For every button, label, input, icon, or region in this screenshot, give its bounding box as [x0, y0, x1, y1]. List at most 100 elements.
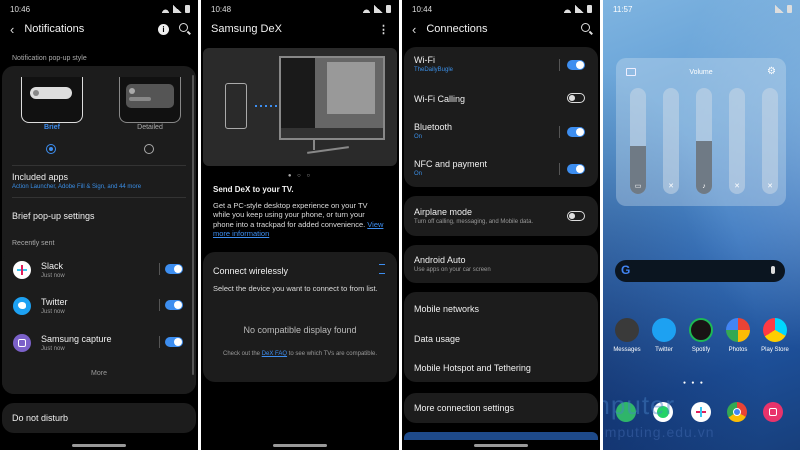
chrome-icon[interactable]: [727, 402, 747, 422]
battery-icon: [587, 5, 592, 13]
phone-illustration: [225, 83, 247, 129]
connect-title: Connect wirelessly: [213, 266, 289, 276]
included-apps-row[interactable]: Included apps Action Launcher, Adobe Fil…: [12, 172, 192, 190]
more-connection-settings: More connection settings: [414, 403, 515, 413]
slack-dock-icon[interactable]: [691, 402, 711, 422]
google-icon: G: [621, 263, 631, 277]
airplane-card[interactable]: Airplane mode Turn off calling, messagin…: [404, 196, 598, 236]
search-icon[interactable]: [179, 23, 188, 32]
divider: [159, 299, 160, 311]
ring-volume-slider[interactable]: ✕: [663, 88, 679, 194]
samsung-capture-row[interactable]: Samsung capture Just now: [41, 334, 112, 352]
more-link[interactable]: More: [2, 370, 196, 377]
status-bar: 10:48: [211, 3, 391, 15]
status-bar: 10:44: [412, 3, 592, 15]
hotspot-row[interactable]: Mobile Hotspot and Tethering: [414, 363, 531, 373]
app-label: Twitter: [655, 347, 673, 353]
row-sub: On: [414, 134, 423, 140]
home-indicator: [72, 444, 126, 447]
watermark-sub: computing.edu.vn: [603, 424, 715, 440]
bluetooth-toggle[interactable]: [567, 127, 585, 137]
back-arrow-icon[interactable]: ‹: [10, 22, 14, 37]
volume-icon: ✕: [734, 183, 740, 190]
home-screen: 11:57 Volume ⚙ ▭ ✕ ♪ ✕ ✕ G Messages Twitter Sp…: [603, 0, 800, 450]
info-icon[interactable]: i: [158, 24, 169, 35]
settings-gear-icon[interactable]: ⚙: [767, 66, 776, 77]
nfc-row[interactable]: NFC and payment On: [414, 159, 487, 177]
samsung-capture-icon: [13, 334, 31, 352]
mic-icon[interactable]: [771, 266, 775, 274]
connect-card: Connect wirelessly Select the device you…: [203, 252, 397, 382]
samsung-capture-toggle[interactable]: [165, 337, 183, 347]
status-time: 10:48: [211, 4, 232, 14]
slack-icon: [13, 261, 31, 279]
dex-illustration: [203, 48, 397, 166]
signal-icon: [575, 5, 584, 13]
notification-volume-slider[interactable]: ✕: [729, 88, 745, 194]
bluetooth-row[interactable]: Bluetooth On: [414, 122, 452, 140]
notifications-screen: 10:46 ‹ Notifications i Notification pop…: [0, 0, 198, 450]
battery-icon: [185, 5, 190, 13]
twitter-toggle[interactable]: [165, 300, 183, 310]
wifi-calling-row[interactable]: Wi-Fi Calling: [414, 94, 465, 104]
spotify-icon[interactable]: [689, 318, 713, 342]
do-not-disturb: Do not disturb: [12, 413, 69, 423]
cast-volume-slider[interactable]: ▭: [630, 88, 646, 194]
play-store-icon[interactable]: [763, 318, 787, 342]
nfc-toggle[interactable]: [567, 164, 585, 174]
twitter-icon[interactable]: [652, 318, 676, 342]
search-icon[interactable]: [581, 23, 590, 32]
connections-group-3: Mobile networks Data usage Mobile Hotspo…: [404, 292, 598, 382]
brief-popup-settings[interactable]: Brief pop-up settings: [12, 211, 95, 221]
scrollbar[interactable]: [192, 75, 194, 375]
slack-toggle[interactable]: [165, 264, 183, 274]
app-name: Samsung capture: [41, 334, 112, 344]
signal-icon: [173, 5, 182, 13]
home-indicator: [474, 444, 528, 447]
mobile-networks-row[interactable]: Mobile networks: [414, 304, 479, 314]
app-label: Play Store: [761, 347, 789, 353]
twitter-icon: [13, 297, 31, 315]
slack-row[interactable]: Slack Just now: [41, 261, 65, 279]
media-volume-slider[interactable]: ♪: [696, 88, 712, 194]
app-bar: ‹ Connections: [402, 18, 600, 40]
wifi-status-icon: [161, 5, 170, 13]
connections-screen: 10:44 ‹ Connections Wi-Fi TheDailyBugle …: [402, 0, 600, 450]
dnd-card[interactable]: Do not disturb: [2, 403, 196, 433]
app-label: Spotify: [691, 347, 711, 353]
app-name: Twitter: [41, 297, 68, 307]
more-options-icon[interactable]: ⋮: [378, 23, 389, 36]
page-title: Samsung DeX: [211, 23, 282, 35]
camera-app-icon[interactable]: [763, 402, 783, 422]
android-auto-card[interactable]: Android Auto Use apps on your car screen: [404, 245, 598, 283]
airplane-toggle[interactable]: [567, 211, 585, 221]
page-indicator: ● ● ●: [683, 380, 705, 386]
faq-link[interactable]: DeX FAQ: [262, 351, 287, 357]
back-arrow-icon[interactable]: ‹: [412, 22, 416, 37]
divider: [559, 126, 560, 138]
more-connection-card[interactable]: More connection settings: [404, 393, 598, 423]
twitter-row[interactable]: Twitter Just now: [41, 297, 68, 315]
wifi-row[interactable]: Wi-Fi TheDailyBugle: [414, 55, 453, 73]
volume-label: Volume: [689, 69, 713, 76]
messages-icon[interactable]: [615, 318, 639, 342]
app-label: Messages: [613, 347, 641, 353]
app-bar: Samsung DeX ⋮: [201, 18, 399, 40]
system-volume-slider[interactable]: ✕: [762, 88, 778, 194]
watermark: Computer: [603, 390, 676, 420]
detailed-preview[interactable]: [119, 77, 181, 123]
detailed-radio[interactable]: [144, 144, 154, 154]
connection-dots: [255, 105, 279, 107]
status-bar: 10:46: [10, 3, 190, 15]
wifi-toggle[interactable]: [567, 60, 585, 70]
status-bar: 11:57: [613, 3, 792, 15]
row-sub: Use apps on your car screen: [414, 267, 491, 273]
row-sub: Turn off calling, messaging, and Mobile …: [414, 219, 534, 225]
wifi-calling-toggle[interactable]: [567, 93, 585, 103]
brief-preview[interactable]: [21, 77, 83, 123]
brief-radio[interactable]: [46, 144, 56, 154]
data-usage-row[interactable]: Data usage: [414, 334, 460, 344]
photos-icon[interactable]: [726, 318, 750, 342]
search-bar[interactable]: G: [615, 260, 785, 282]
volume-icon: ▭: [634, 183, 642, 190]
